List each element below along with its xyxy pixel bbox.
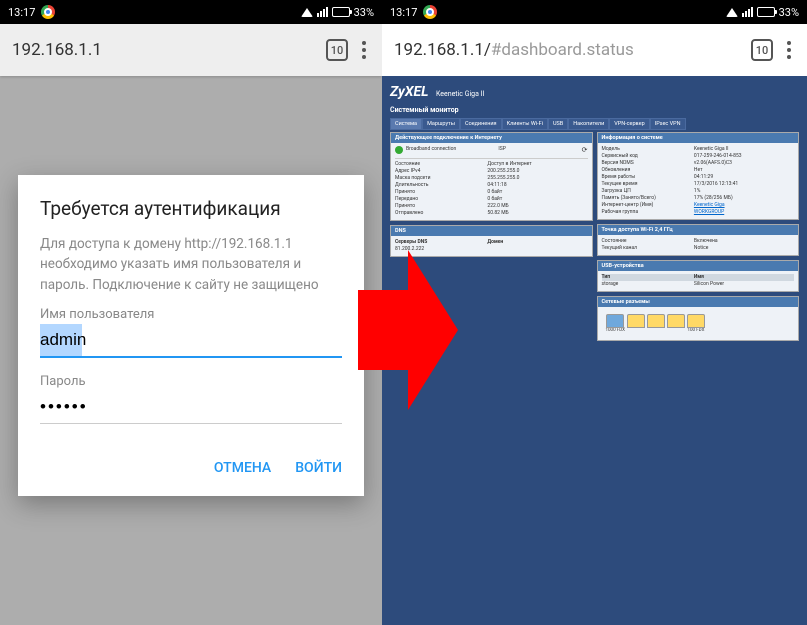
- kv-row: Загрузка ЦП1%: [602, 188, 795, 195]
- router-tab[interactable]: Маршруты: [422, 118, 460, 130]
- panel-system: Информация о системе МодельKeenetic Giga…: [597, 132, 800, 220]
- router-tabs: СистемаМаршрутыСоединенияКлиенты Wi-FiUS…: [390, 118, 799, 130]
- kv-row: СостояниеВключена: [602, 238, 795, 245]
- kv-row: Текущий каналNotice: [602, 245, 795, 252]
- kebab-menu-icon[interactable]: [783, 37, 795, 63]
- router-tab[interactable]: IPsec VPN: [650, 118, 686, 130]
- port-diagram: 1000 FDX 100 FDX: [602, 310, 795, 337]
- panel-usb: USB-устройства Тип Имя storageSilicon Po…: [597, 260, 800, 292]
- status-bar: 13:17 33%: [0, 0, 382, 24]
- kv-row: Сервисный код017-259-246-014-853: [602, 153, 795, 160]
- red-arrow: [358, 250, 458, 410]
- router-model: Keenetic Giga II: [436, 90, 484, 98]
- url-text[interactable]: 192.168.1.1: [12, 40, 316, 60]
- auth-dialog: Требуется аутентификация Для доступа к д…: [18, 175, 364, 496]
- battery-percent: 33%: [779, 6, 799, 19]
- kv-row: СостояниеДоступ в Интернет: [395, 161, 588, 168]
- signal-icon: [742, 7, 753, 17]
- panel-ports: Сетевые разъемы 1000 FDX 100 FDX: [597, 296, 800, 341]
- panel-connection: Действующее подключение к Интернету Broa…: [390, 132, 593, 221]
- kv-row: Принято222.0 МБ: [395, 203, 588, 210]
- kv-row: Адрес IPv4200.255.255.0: [395, 168, 588, 175]
- router-tab[interactable]: Соединения: [460, 118, 502, 130]
- kv-row: Текущее время17/3/2016 12:13:41: [602, 181, 795, 188]
- kv-row: Отправлено50.82 МБ: [395, 210, 588, 217]
- chrome-icon: [423, 5, 437, 19]
- wifi-icon: [726, 8, 738, 17]
- phone-screen-left: 13:17 33% 192.168.1.1 10 Требуется аутен…: [0, 0, 382, 625]
- kebab-menu-icon[interactable]: [358, 37, 370, 63]
- kv-row: ОбновленияНет: [602, 167, 795, 174]
- port-icon: [606, 314, 624, 328]
- kv-row: МодельKeenetic Giga II: [602, 146, 795, 153]
- status-time: 13:17: [390, 6, 417, 19]
- address-bar: 192.168.1.1/#dashboard.status 10: [382, 24, 807, 76]
- username-label: Имя пользователя: [40, 307, 342, 322]
- router-tab[interactable]: Накопители: [568, 118, 609, 130]
- url-text[interactable]: 192.168.1.1/#dashboard.status: [394, 40, 741, 60]
- cancel-button[interactable]: ОТМЕНА: [214, 460, 271, 476]
- kv-row: Интернет-центр (Имя)Keenetic Giga: [602, 202, 795, 209]
- kv-row: Рабочая группаWORKGROUP: [602, 209, 795, 216]
- router-tab[interactable]: Клиенты Wi-Fi: [502, 118, 548, 130]
- password-label: Пароль: [40, 374, 342, 389]
- kv-row: Время работы04:11:29: [602, 174, 795, 181]
- login-button[interactable]: ВОЙТИ: [295, 460, 342, 476]
- dialog-message: Для доступа к домену http://192.168.1.1 …: [40, 234, 342, 295]
- router-brand: ZyXEL: [390, 84, 429, 100]
- router-tab[interactable]: VPN-сервер: [609, 118, 649, 130]
- port-icon: [667, 314, 685, 328]
- kv-row: Маска подсети255.255.255.0: [395, 175, 588, 182]
- battery-icon: [332, 7, 350, 17]
- tab-switcher[interactable]: 10: [751, 39, 773, 61]
- monitor-title: Системный монитор: [390, 106, 799, 114]
- password-input[interactable]: [40, 391, 342, 424]
- port-icon: [647, 314, 665, 328]
- panel-wifi: Точка доступа Wi-Fi 2,4 ГГц СостояниеВкл…: [597, 224, 800, 256]
- signal-icon: [317, 7, 328, 17]
- kv-row: Передано0 байт: [395, 196, 588, 203]
- status-time: 13:17: [8, 6, 35, 19]
- status-bar: 13:17 33%: [382, 0, 807, 24]
- kv-row: Длительность04:11:18: [395, 182, 588, 189]
- router-tab[interactable]: USB: [548, 118, 568, 130]
- status-dot-icon: [395, 146, 403, 154]
- port-icon: [627, 314, 645, 328]
- tab-switcher[interactable]: 10: [326, 39, 348, 61]
- port-icon: [687, 314, 705, 328]
- battery-percent: 33%: [354, 6, 374, 19]
- wifi-icon: [301, 8, 313, 17]
- chrome-icon: [41, 5, 55, 19]
- kv-row: Принято0 байт: [395, 189, 588, 196]
- address-bar: 192.168.1.1 10: [0, 24, 382, 76]
- kv-row: Память (Занято/Всего)17% (28/256 МБ): [602, 195, 795, 202]
- username-input[interactable]: [40, 324, 342, 358]
- kv-row: Версия NDMSv2.06(AAFS.0)C3: [602, 160, 795, 167]
- kv-row: storageSilicon Power: [602, 281, 795, 288]
- refresh-icon[interactable]: ⟳: [582, 146, 588, 156]
- router-tab[interactable]: Система: [390, 118, 422, 130]
- battery-icon: [757, 7, 775, 17]
- dialog-title: Требуется аутентификация: [40, 197, 342, 220]
